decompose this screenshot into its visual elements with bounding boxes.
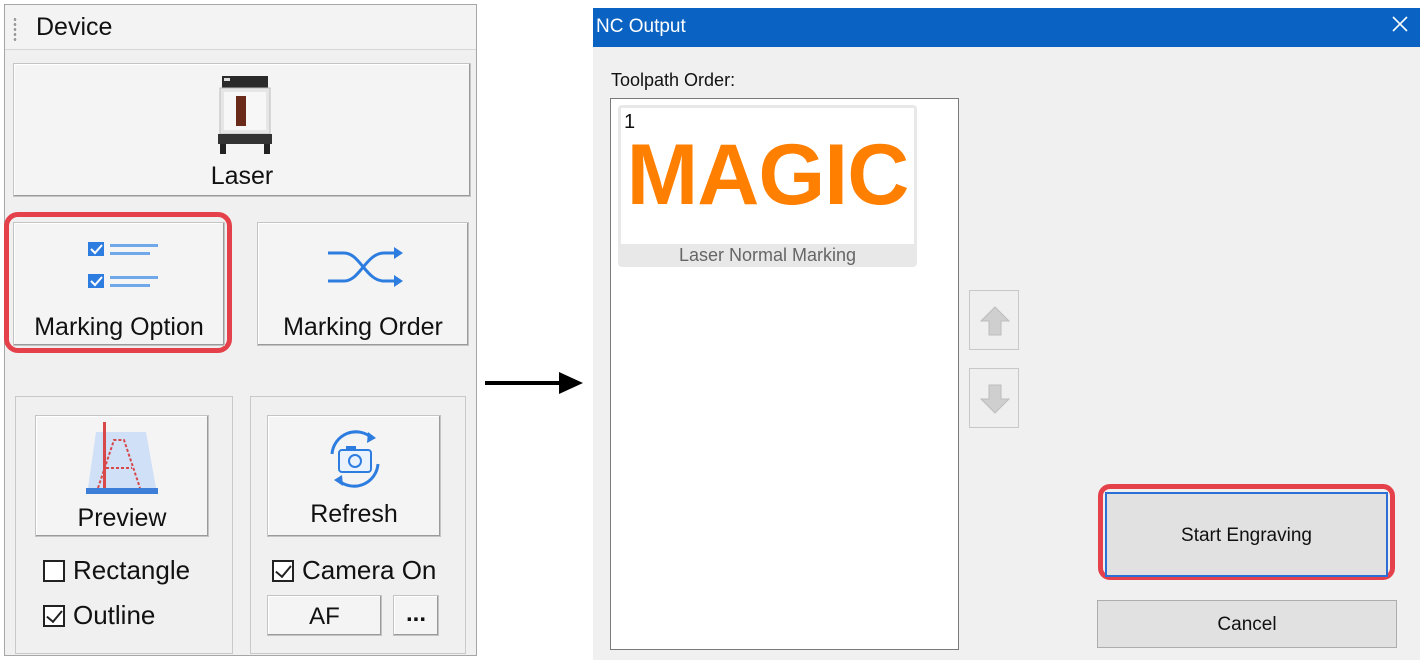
- nc-output-dialog: NC Output Toolpath Order: 1 MAGIC Laser …: [593, 8, 1420, 660]
- panel-header: Device: [5, 5, 476, 50]
- af-label: AF: [309, 603, 340, 630]
- marking-order-button[interactable]: Marking Order: [257, 222, 469, 346]
- right-arrow-icon: [485, 372, 583, 394]
- af-button[interactable]: AF: [267, 595, 382, 636]
- checklist-icon: [88, 242, 158, 288]
- item-thumbnail-text: MAGIC: [626, 127, 910, 223]
- preview-button[interactable]: Preview: [35, 415, 209, 537]
- toolpath-order-label: Toolpath Order:: [611, 70, 736, 90]
- cancel-label: Cancel: [1217, 614, 1277, 635]
- refresh-camera-icon: [330, 430, 380, 488]
- dialog-title: NC Output: [596, 16, 686, 37]
- marking-option-button[interactable]: Marking Option: [13, 222, 225, 346]
- start-engraving-label: Start Engraving: [1181, 525, 1312, 546]
- rectangle-label: Rectangle: [73, 555, 191, 585]
- move-up-button[interactable]: [969, 290, 1019, 350]
- more-label: ...: [405, 600, 426, 627]
- marking-order-label: Marking Order: [283, 313, 443, 341]
- arrow-up-icon: [979, 306, 1011, 336]
- outline-checkbox-box[interactable]: [43, 604, 65, 627]
- panel-title: Device: [36, 13, 113, 41]
- rectangle-checkbox[interactable]: Rectangle: [43, 555, 190, 586]
- shuffle-icon: [328, 247, 403, 287]
- dialog-titlebar: NC Output: [593, 8, 1420, 47]
- camera-on-checkbox-box[interactable]: [272, 559, 294, 582]
- close-icon[interactable]: [1388, 12, 1412, 36]
- device-panel: Device Laser Marking Option Marking Orde…: [4, 4, 477, 656]
- refresh-label: Refresh: [310, 500, 398, 528]
- refresh-button[interactable]: Refresh: [267, 415, 441, 537]
- camera-on-label: Camera On: [302, 555, 437, 585]
- toolpath-list[interactable]: 1 MAGIC Laser Normal Marking: [610, 98, 959, 650]
- preview-icon: [86, 422, 158, 494]
- rectangle-checkbox-box[interactable]: [43, 559, 65, 582]
- laser-label: Laser: [210, 162, 274, 190]
- item-caption: Laser Normal Marking: [678, 245, 857, 265]
- marking-option-label: Marking Option: [34, 313, 204, 341]
- cancel-button[interactable]: Cancel: [1097, 600, 1397, 648]
- preview-label: Preview: [77, 504, 167, 532]
- grip-handle[interactable]: [13, 17, 17, 41]
- laser-button[interactable]: Laser: [13, 63, 471, 197]
- camera-on-checkbox[interactable]: Camera On: [272, 555, 436, 586]
- laser-machine-icon: [218, 76, 272, 154]
- more-button[interactable]: ...: [393, 595, 439, 636]
- outline-checkbox[interactable]: Outline: [43, 600, 155, 631]
- outline-label: Outline: [73, 600, 156, 630]
- start-engraving-button[interactable]: Start Engraving: [1105, 492, 1388, 577]
- move-down-button[interactable]: [969, 368, 1019, 428]
- toolpath-item[interactable]: 1 MAGIC Laser Normal Marking: [618, 105, 917, 267]
- arrow-down-icon: [979, 384, 1011, 414]
- item-thumbnail: 1 MAGIC: [621, 108, 914, 244]
